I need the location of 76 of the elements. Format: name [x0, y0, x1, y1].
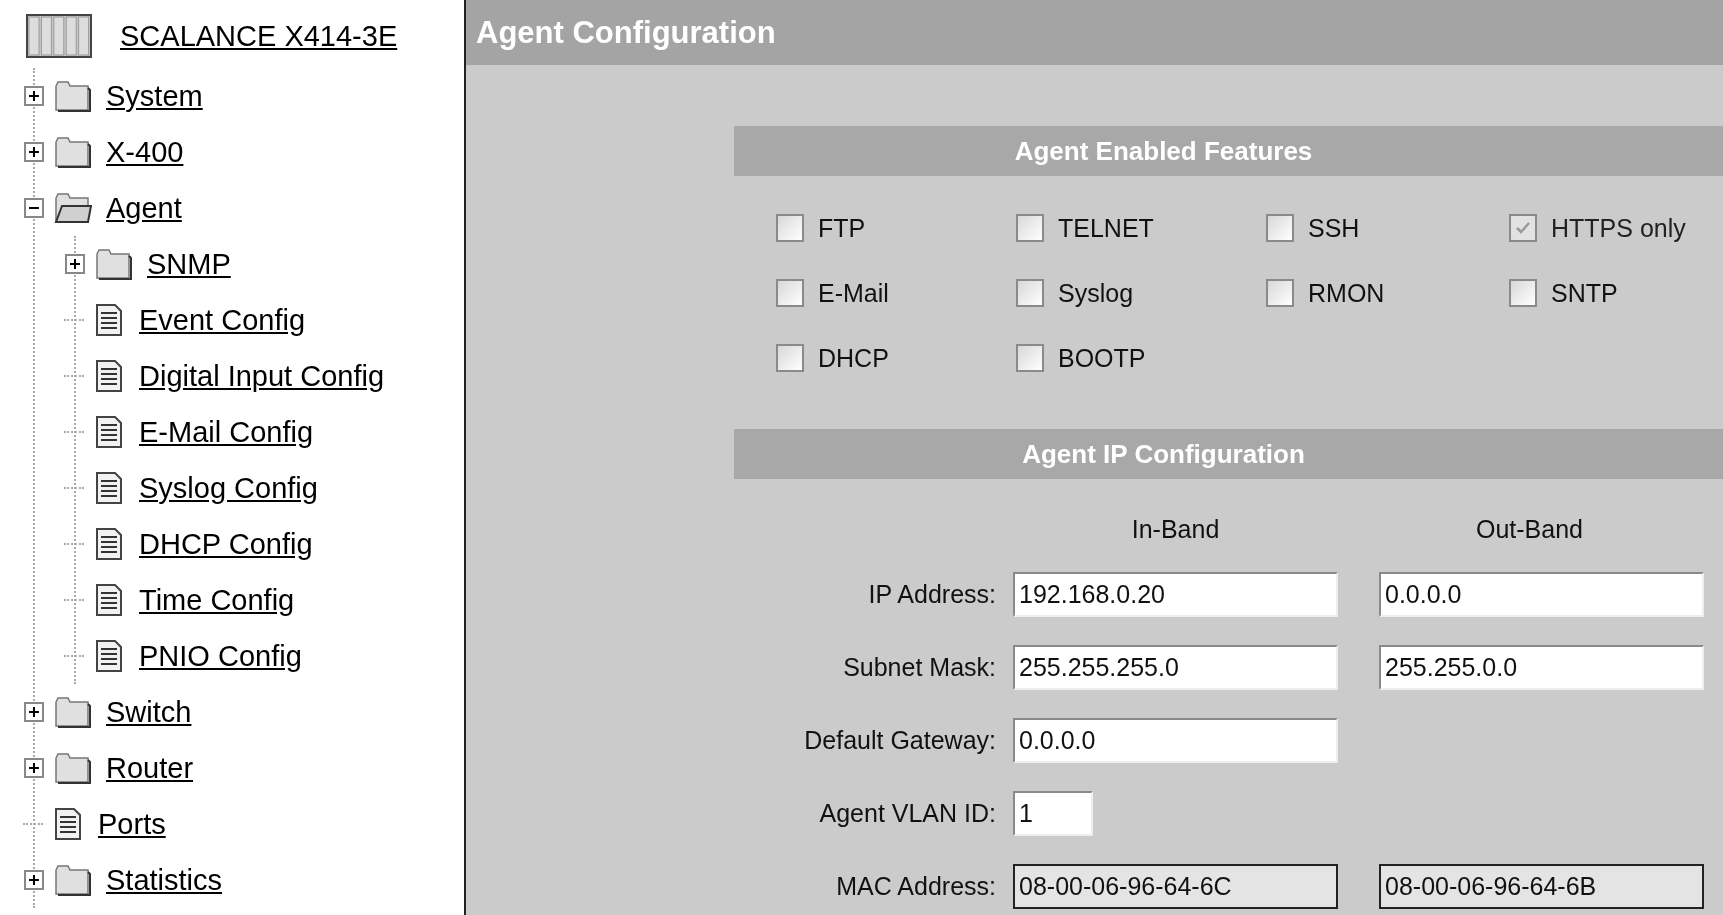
field-label: Subnet Mask:	[843, 653, 996, 682]
input-field[interactable]: 08-00-06-96-64-6B	[1379, 864, 1704, 909]
checkbox[interactable]	[1016, 279, 1044, 307]
document-icon	[95, 359, 125, 393]
tree-link[interactable]: Event Config	[139, 303, 306, 337]
document-icon	[95, 471, 125, 505]
field-label: IP Address:	[868, 580, 996, 609]
input-field[interactable]: 255.255.0.0	[1379, 645, 1704, 690]
tree-link[interactable]: X-400	[106, 135, 184, 169]
input-field[interactable]: 08-00-06-96-64-6C	[1013, 864, 1338, 909]
open-folder-icon	[54, 192, 92, 224]
expand-icon[interactable]	[24, 870, 44, 890]
document-icon	[54, 807, 84, 841]
expand-icon[interactable]	[24, 142, 44, 162]
input-field[interactable]: 0.0.0.0	[1013, 718, 1338, 763]
tree-link[interactable]: DHCP Config	[139, 527, 313, 561]
folder-icon	[95, 248, 133, 280]
document-icon	[95, 583, 125, 617]
page-title: Agent Configuration	[476, 14, 776, 51]
checkbox-label: FTP	[818, 213, 866, 243]
checkbox-label: E-Mail	[818, 278, 889, 308]
tree-link[interactable]: Ports	[98, 807, 166, 841]
tree-link[interactable]: Switch	[106, 695, 192, 729]
folder-icon	[54, 696, 92, 728]
checkbox[interactable]	[776, 279, 804, 307]
tree-link[interactable]: E-Mail Config	[139, 415, 314, 449]
tree-link[interactable]: SCALANCE X414-3E	[120, 19, 398, 53]
field-label: Default Gateway:	[804, 726, 996, 755]
folder-icon	[54, 80, 92, 112]
device-icon	[26, 14, 92, 58]
expand-icon[interactable]	[24, 702, 44, 722]
tree-link[interactable]: Router	[106, 751, 194, 785]
tree-link[interactable]: PNIO Config	[139, 639, 302, 673]
input-field[interactable]: 0.0.0.0	[1379, 572, 1704, 617]
folder-icon	[54, 864, 92, 896]
tree-link[interactable]: Agent	[106, 191, 182, 225]
field-label: Agent VLAN ID:	[819, 799, 996, 828]
field-label: MAC Address:	[836, 872, 996, 901]
checkbox[interactable]	[1509, 279, 1537, 307]
document-icon	[95, 639, 125, 673]
document-icon	[95, 303, 125, 337]
column-header: In-Band	[1131, 515, 1220, 544]
column-header: Out-Band	[1476, 515, 1583, 544]
tree-link[interactable]: Syslog Config	[139, 471, 318, 505]
expand-icon[interactable]	[65, 254, 85, 274]
expand-icon[interactable]	[24, 86, 44, 106]
input-field[interactable]: 1	[1013, 791, 1093, 836]
checkbox-label: DHCP	[818, 343, 889, 373]
document-icon	[95, 415, 125, 449]
folder-icon	[54, 136, 92, 168]
tree-link[interactable]: System	[106, 79, 203, 113]
tree-link[interactable]: SNMP	[147, 247, 231, 281]
checkbox-label: SSH	[1308, 213, 1360, 243]
tree-link[interactable]: Time Config	[139, 583, 295, 617]
document-icon	[95, 527, 125, 561]
checkbox-label: SNTP	[1551, 278, 1618, 308]
checkbox-label: TELNET	[1058, 213, 1154, 243]
folder-icon	[54, 752, 92, 784]
collapse-icon[interactable]	[24, 198, 44, 218]
checkbox[interactable]	[776, 344, 804, 372]
input-field[interactable]: 255.255.255.0	[1013, 645, 1338, 690]
checkbox-label: Syslog	[1058, 278, 1134, 308]
checkbox[interactable]	[1016, 214, 1044, 242]
checkbox[interactable]	[1266, 214, 1294, 242]
expand-icon[interactable]	[24, 758, 44, 778]
checkbox-label: HTTPS only	[1551, 213, 1686, 243]
checkbox-label: RMON	[1308, 278, 1385, 308]
section-header: Agent Enabled Features	[734, 126, 1723, 176]
tree-link[interactable]: Statistics	[106, 863, 223, 897]
input-field[interactable]: 192.168.0.20	[1013, 572, 1338, 617]
section-header: Agent IP Configuration	[734, 429, 1723, 479]
checkbox[interactable]	[776, 214, 804, 242]
checkbox[interactable]	[1266, 279, 1294, 307]
checkbox-label: BOOTP	[1058, 343, 1146, 373]
checkbox[interactable]	[1016, 344, 1044, 372]
tree-link[interactable]: Digital Input Config	[139, 359, 385, 393]
